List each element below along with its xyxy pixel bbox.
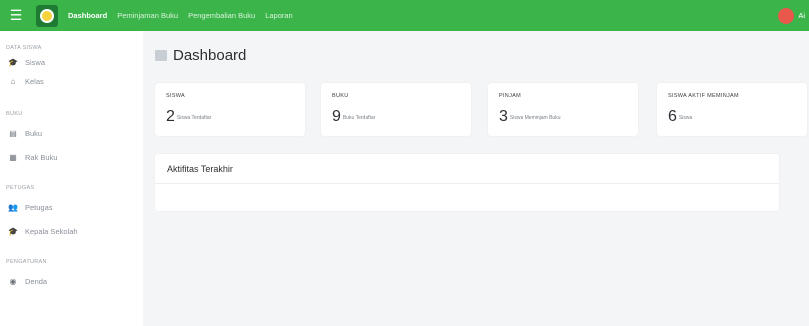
nav-dashboard[interactable]: Dashboard: [68, 11, 107, 20]
users-icon: 👥: [8, 202, 18, 212]
page-title: Dashboard: [155, 47, 246, 64]
money-icon: ◉: [9, 276, 17, 286]
card-siswa[interactable]: SISWA 2 Siswa Terdaftar: [155, 83, 305, 136]
sidebar-item-label: Buku: [25, 128, 43, 138]
card-label: PINJAM: [499, 93, 521, 99]
sidebar-item-petugas[interactable]: 👥 Petugas: [0, 199, 143, 215]
graduation-cap-icon: 🎓: [8, 57, 18, 67]
activity-panel: Aktifitas Terakhir: [155, 154, 779, 211]
sidebar-item-label: Siswa: [25, 57, 46, 67]
page-title-text: Dashboard: [173, 47, 247, 64]
dashboard-icon: [155, 50, 167, 61]
card-sub: Siswa Meminjam Buku: [509, 115, 561, 121]
sidebar-item-denda[interactable]: ◉ Denda: [0, 273, 143, 289]
card-label: SISWA: [166, 93, 186, 99]
main-content: Dashboard SISWA 2 Siswa Terdaftar BUKU 9B…: [143, 31, 809, 326]
user-avatar[interactable]: [778, 7, 795, 24]
user-name[interactable]: Ai: [798, 11, 805, 20]
sidebar-item-label: Denda: [25, 276, 48, 286]
shelf-icon: ▦: [9, 152, 17, 162]
sidebar: DATA SISWA 🎓 Siswa ⌂ Kelas BUKU ▤ Buku ▦ Rak…: [0, 31, 143, 326]
card-pinjam[interactable]: PINJAM 3 Siswa Meminjam Buku: [488, 83, 638, 136]
divider: [155, 183, 779, 184]
card-sub: Siswa Terdaftar: [176, 115, 212, 121]
card-sub: Siswa: [678, 115, 693, 121]
sidebar-item-kelas[interactable]: ⌂ Kelas: [0, 73, 143, 89]
nav-peminjaman-buku[interactable]: Peminjaman Buku: [117, 11, 178, 20]
card-sub: Buku Terdaftar: [342, 115, 376, 121]
hamburger-icon[interactable]: ☰: [0, 0, 32, 31]
card-value: 6: [668, 108, 677, 125]
home-icon: ⌂: [10, 76, 16, 86]
app-logo[interactable]: [36, 4, 58, 27]
nav-laporan[interactable]: Laporan: [265, 11, 293, 20]
sidebar-item-kepala-sekolah[interactable]: 🎓 Kepala Sekolah: [0, 223, 143, 239]
card-value: 3: [499, 108, 508, 125]
sidebar-item-label: Rak Buku: [25, 152, 58, 162]
sidebar-item-label: Petugas: [25, 202, 53, 212]
graduation-cap-icon: 🎓: [8, 226, 18, 236]
card-buku[interactable]: BUKU 9 Buku Terdaftar: [321, 83, 471, 136]
card-value: 9: [332, 108, 341, 125]
sidebar-item-siswa[interactable]: 🎓 Siswa: [0, 54, 143, 70]
sidebar-item-label: Kepala Sekolah: [25, 226, 78, 236]
sidebar-item-rak-buku[interactable]: ▦ Rak Buku: [0, 149, 143, 165]
top-navbar: ☰ Dashboard Peminjaman Buku Pengembalian…: [0, 0, 809, 31]
card-siswa-aktif-meminjam[interactable]: SISWA AKTIF MEMINJAM 6 Siswa: [657, 83, 807, 136]
sidebar-item-label: Kelas: [25, 76, 44, 86]
activity-title: Aktifitas Terakhir: [167, 164, 233, 174]
nav-pengembalian-buku[interactable]: Pengembalian Buku: [188, 11, 255, 20]
book-icon: ▤: [9, 128, 17, 138]
card-label: BUKU: [332, 93, 349, 99]
card-label: SISWA AKTIF MEMINJAM: [668, 93, 739, 99]
card-value: 2: [166, 108, 175, 125]
sidebar-item-buku[interactable]: ▤ Buku: [0, 125, 143, 141]
